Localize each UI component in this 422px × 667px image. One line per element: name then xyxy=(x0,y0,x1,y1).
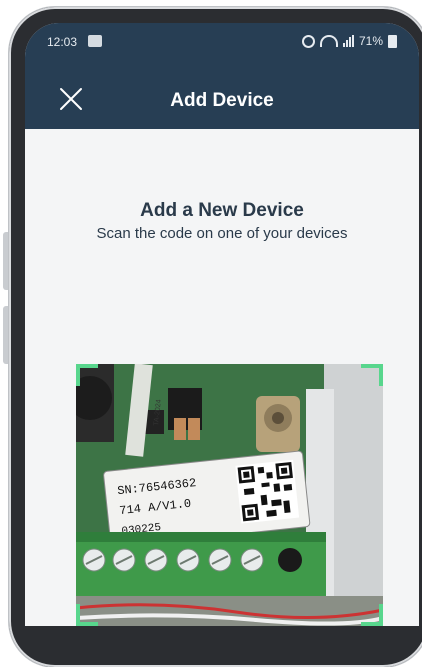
scan-frame-corner xyxy=(76,604,98,626)
content-subtitle: Scan the code on one of your devices xyxy=(96,225,348,242)
notification-icon xyxy=(88,35,102,47)
status-bar: 12:03 71% xyxy=(25,23,419,57)
qr-code xyxy=(235,459,300,524)
signal-icon xyxy=(342,35,354,47)
scan-frame-corner xyxy=(361,604,383,626)
phone-screen: 12:03 71% Add Device Add a New Device Sc… xyxy=(25,23,419,626)
content-title: Add a New Device xyxy=(140,200,304,221)
scan-frame-corner xyxy=(76,364,98,386)
page-title: Add Device xyxy=(170,90,274,111)
phone-frame: 12:03 71% Add Device Add a New Device Sc… xyxy=(9,7,422,667)
wifi-icon xyxy=(319,35,338,47)
battery-icon xyxy=(388,34,397,48)
status-time: 12:03 xyxy=(47,35,78,49)
status-icons: 71% xyxy=(301,34,397,48)
device-photo: TA-2024 SN:76546362 714 A/V1.0 030225 xyxy=(76,364,383,626)
scan-frame-corner xyxy=(361,364,383,386)
camera-preview[interactable]: TA-2024 SN:76546362 714 A/V1.0 030225 xyxy=(76,364,383,626)
app-header: 12:03 71% Add Device xyxy=(25,23,419,129)
battery-percent: 71% xyxy=(358,34,383,48)
alarm-icon xyxy=(301,34,315,48)
